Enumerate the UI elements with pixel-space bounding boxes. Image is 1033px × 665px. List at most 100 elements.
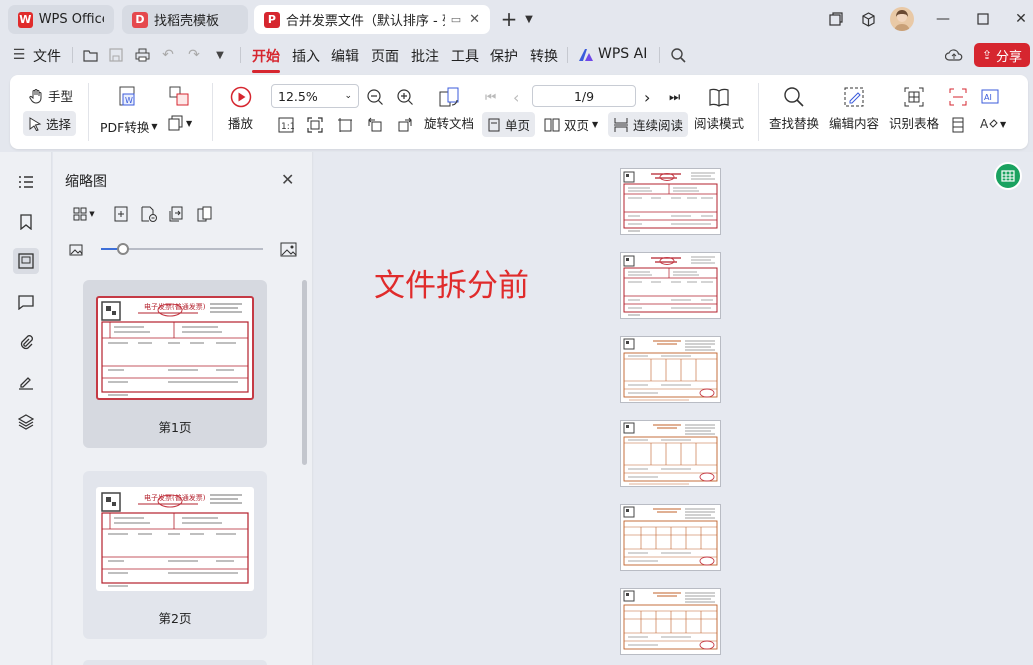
- outline-icon[interactable]: [13, 169, 39, 195]
- thumbnail-page-label: 第1页: [158, 420, 192, 435]
- menu-convert[interactable]: 转换: [530, 46, 558, 66]
- menu-start[interactable]: 开始: [252, 46, 280, 73]
- continuous-reading-button[interactable]: 连续阅读: [608, 112, 689, 137]
- document-page[interactable]: [620, 168, 721, 235]
- print-icon[interactable]: [133, 46, 151, 64]
- chevron-down-icon[interactable]: ▼: [211, 46, 229, 64]
- menu-insert[interactable]: 插入: [292, 46, 320, 66]
- close-panel-icon[interactable]: ✕: [281, 170, 294, 189]
- edit-content-button[interactable]: 编辑内容: [829, 86, 879, 132]
- share-button[interactable]: ⇪ 分享: [974, 43, 1030, 67]
- page-number-input[interactable]: 1/9: [532, 85, 636, 107]
- recognize-table-label: 识别表格: [889, 116, 940, 131]
- double-page-button[interactable]: 双页 ▼: [544, 115, 598, 134]
- close-tab-icon[interactable]: ✕: [469, 12, 480, 27]
- last-page-icon[interactable]: ⏭: [669, 89, 680, 105]
- thumbnail-page-1[interactable]: 电子发票(普通发票) 第1页: [83, 280, 267, 448]
- small-image-icon[interactable]: [66, 240, 86, 260]
- rotate-right-icon[interactable]: [397, 117, 413, 133]
- close-window-icon[interactable]: ✕: [1010, 8, 1032, 30]
- copy-convert-button[interactable]: ▼: [168, 115, 192, 131]
- tab-merged-invoice-file[interactable]: P 合并发票文件（默认排序 - 列 ▭ ✕: [254, 5, 490, 34]
- actual-size-icon[interactable]: 1:1: [278, 117, 294, 133]
- document-page[interactable]: [620, 504, 721, 571]
- delete-page-icon[interactable]: [139, 204, 159, 224]
- cloud-upload-icon[interactable]: [945, 46, 963, 64]
- insert-page-icon[interactable]: [111, 204, 131, 224]
- hand-tool-button[interactable]: 手型: [28, 86, 73, 105]
- layers-icon[interactable]: [13, 409, 39, 435]
- menu-protect[interactable]: 保护: [490, 46, 518, 66]
- document-view[interactable]: 文件拆分前: [314, 152, 1033, 665]
- signature-icon[interactable]: [13, 369, 39, 395]
- single-page-button[interactable]: 单页: [482, 112, 536, 137]
- replace-page-icon[interactable]: [195, 204, 215, 224]
- zoom-out-icon[interactable]: [366, 88, 384, 106]
- avatar[interactable]: [890, 7, 914, 31]
- new-tab-icon[interactable]: +: [498, 7, 520, 31]
- view-grid-button[interactable]: ▼: [69, 204, 99, 224]
- text-style-button[interactable]: A ▼: [980, 116, 1006, 132]
- window-manager-icon[interactable]: [825, 8, 847, 30]
- redo-icon[interactable]: ↷: [185, 46, 203, 64]
- thumbnail-icon[interactable]: [13, 248, 39, 274]
- menu-page[interactable]: 页面: [371, 46, 399, 66]
- svg-text:1:1: 1:1: [281, 122, 294, 132]
- menu-wps-ai[interactable]: WPS AI: [598, 46, 647, 62]
- document-page[interactable]: [620, 252, 721, 319]
- table-extract-icon[interactable]: [950, 117, 966, 133]
- first-page-icon[interactable]: ⏮: [485, 89, 496, 105]
- tab-wps-office[interactable]: W WPS Office: [8, 5, 114, 34]
- pdf-convert-button[interactable]: PDF转换 ▼: [100, 117, 158, 136]
- thumbnail-page-2[interactable]: 电子发票(普通发票) 第2页: [83, 471, 267, 639]
- chevron-down-icon[interactable]: ▼: [518, 8, 540, 30]
- attachment-icon[interactable]: [13, 329, 39, 355]
- prev-page-icon[interactable]: ‹: [513, 88, 519, 107]
- bookmark-icon[interactable]: [13, 209, 39, 235]
- open-folder-icon[interactable]: [81, 46, 99, 64]
- zoom-in-icon[interactable]: [396, 88, 414, 106]
- reading-mode-button[interactable]: 阅读模式: [694, 86, 744, 132]
- rotate-left-icon[interactable]: [367, 117, 383, 133]
- tab-docer-templates[interactable]: D 找稻壳模板: [122, 5, 248, 34]
- translate-icon[interactable]: AI: [981, 88, 999, 106]
- cube-icon[interactable]: [857, 8, 879, 30]
- fit-width-icon[interactable]: [337, 117, 353, 133]
- menu-tools[interactable]: 工具: [451, 46, 479, 66]
- menu-edit[interactable]: 编辑: [331, 46, 359, 66]
- copy-icon: [168, 115, 183, 131]
- pdf-to-image-icon[interactable]: [169, 86, 189, 106]
- maximize-icon[interactable]: [972, 8, 994, 30]
- document-page[interactable]: [620, 588, 721, 655]
- thumbnail-page-3[interactable]: [83, 660, 267, 665]
- ocr-icon[interactable]: [949, 88, 967, 106]
- divider: [72, 47, 73, 63]
- floating-table-button[interactable]: [994, 162, 1022, 190]
- thumbnail-invoice-image: 电子发票(普通发票): [96, 487, 254, 591]
- thumbnail-size-knob[interactable]: [117, 243, 129, 255]
- extract-page-icon[interactable]: [167, 204, 187, 224]
- play-button[interactable]: 播放: [228, 86, 253, 132]
- document-page[interactable]: [620, 420, 721, 487]
- search-icon[interactable]: [669, 46, 687, 64]
- find-replace-button[interactable]: 查找替换: [769, 86, 819, 132]
- minimize-icon[interactable]: —: [932, 8, 954, 30]
- save-icon[interactable]: [107, 46, 125, 64]
- edit-content-label: 编辑内容: [829, 116, 880, 131]
- undo-icon[interactable]: ↶: [159, 46, 177, 64]
- wps-ai-icon[interactable]: [577, 46, 595, 64]
- fit-page-icon[interactable]: [307, 117, 323, 133]
- pdf-to-word-icon[interactable]: W: [117, 86, 139, 108]
- thumbnail-scrollbar[interactable]: [302, 280, 307, 465]
- large-image-icon[interactable]: [278, 239, 298, 259]
- next-page-icon[interactable]: ›: [644, 88, 650, 107]
- zoom-select[interactable]: 12.5% ⌄: [271, 84, 359, 108]
- menu-file[interactable]: 文件: [33, 46, 61, 66]
- recognize-table-button[interactable]: 识别表格: [889, 86, 939, 132]
- comment-icon[interactable]: [13, 289, 39, 315]
- menu-comment[interactable]: 批注: [411, 46, 439, 66]
- document-page[interactable]: [620, 336, 721, 403]
- hamburger-menu-icon[interactable]: ☰: [10, 46, 28, 64]
- rotate-document-button[interactable]: 旋转文档: [424, 86, 474, 132]
- select-tool-button[interactable]: 选择: [23, 111, 77, 136]
